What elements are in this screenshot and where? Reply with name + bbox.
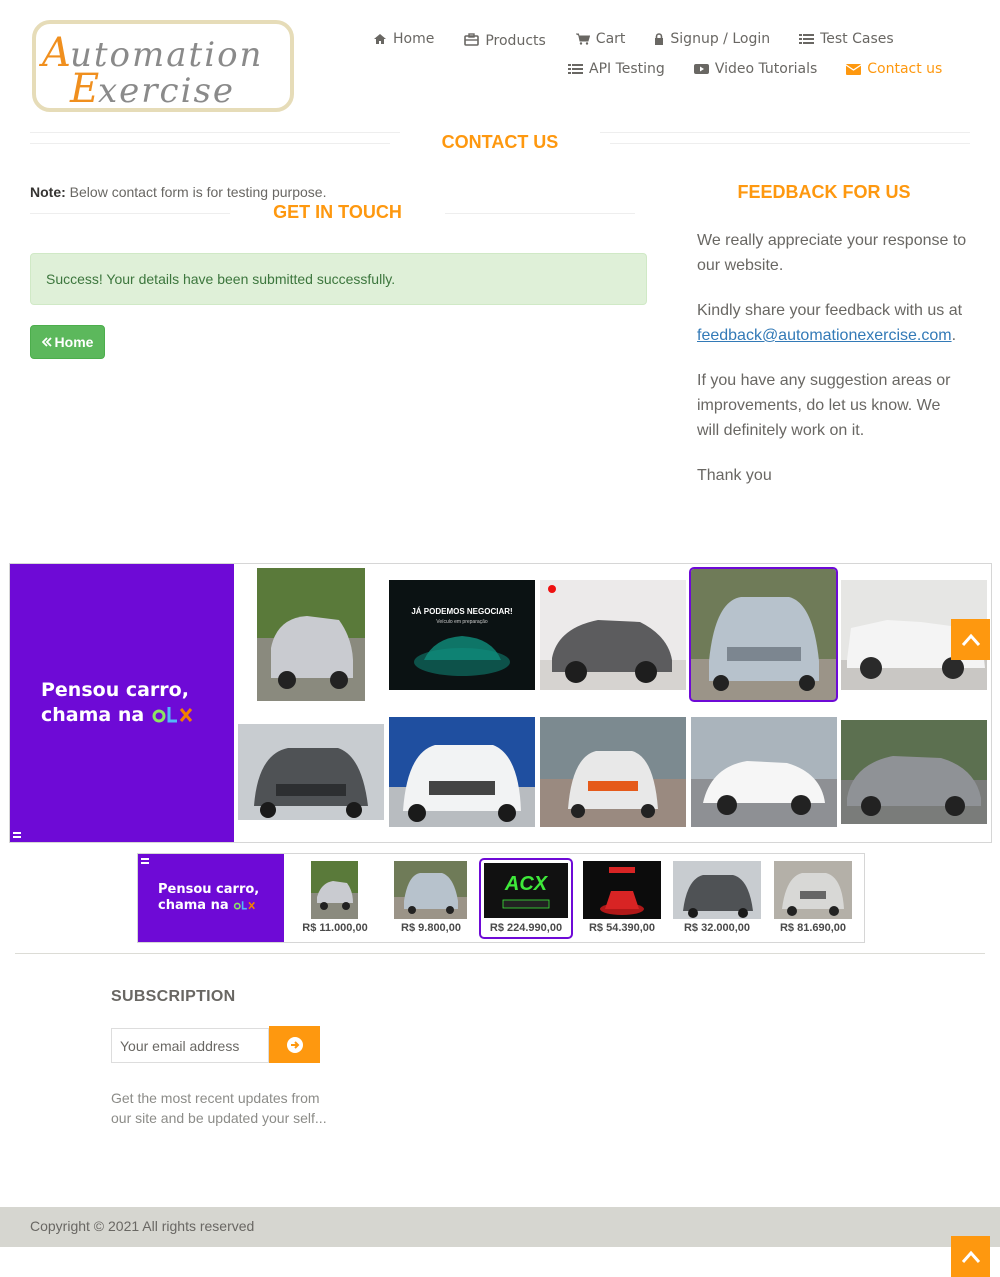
nav-home[interactable]: Home xyxy=(373,31,434,47)
subscription-title: SUBSCRIPTION xyxy=(111,988,236,1005)
nav-signup-login[interactable]: Signup / Login xyxy=(654,31,770,47)
contact-us-title: CONTACT US xyxy=(400,132,600,153)
main-nav: Home Products Cart Signup / Login Test C… xyxy=(370,28,970,88)
subscribe-button[interactable] xyxy=(269,1026,320,1063)
home-button-label: Home xyxy=(54,334,94,350)
nav-contact-us-label: Contact us xyxy=(867,61,943,77)
nav-signup-login-label: Signup / Login xyxy=(670,31,771,47)
nav-contact-us[interactable]: Contact us xyxy=(846,61,942,77)
nav-api-testing[interactable]: API Testing xyxy=(568,61,665,77)
title-line-left xyxy=(30,143,390,144)
acx-logo-text: ACX xyxy=(504,873,549,895)
feedback-email-link[interactable]: feedback@automationexercise.com xyxy=(697,327,952,344)
logo-letter-a: A xyxy=(38,30,71,76)
feedback-p2-suffix: . xyxy=(951,327,957,344)
car-price: R$ 54.390,00 xyxy=(588,922,656,934)
nav-video-tutorials-label: Video Tutorials xyxy=(714,61,818,77)
get-in-touch-line-left xyxy=(30,213,230,214)
olx-logo-small xyxy=(233,901,256,910)
arrow-circle-right-icon xyxy=(286,1036,303,1053)
copyright-text: Copyright © 2021 All rights reserved xyxy=(30,1218,255,1234)
feedback-p2-text: Kindly share your feedback with us at xyxy=(697,302,963,319)
note-text: Below contact form is for testing purpos… xyxy=(65,184,327,200)
nav-video-tutorials[interactable]: Video Tutorials xyxy=(693,61,818,77)
car-price: R$ 11.000,00 xyxy=(302,922,368,934)
nav-cart[interactable]: Cart xyxy=(575,31,626,47)
envelope-icon xyxy=(846,63,862,75)
feedback-title: FEEDBACK FOR US xyxy=(697,182,951,203)
car-price: R$ 9.800,00 xyxy=(401,922,461,934)
car-ad-tile[interactable] xyxy=(238,724,384,820)
olx-logo xyxy=(152,707,192,723)
note-label: Note: xyxy=(30,184,66,200)
feedback-section: We really appreciate your response to ou… xyxy=(697,228,967,508)
ad-info-icon[interactable] xyxy=(13,832,21,838)
double-chevron-left-icon xyxy=(41,337,52,347)
negociar-title: JÁ PODEMOS NEGOCIAR! xyxy=(411,607,512,616)
footer-divider xyxy=(15,953,985,954)
car-ad-tile-selected[interactable] xyxy=(689,567,838,702)
scroll-up-button-top[interactable] xyxy=(951,619,990,660)
car-price: R$ 32.000,00 xyxy=(683,922,751,934)
home-button[interactable]: Home xyxy=(30,325,105,359)
feedback-thank-you: Thank you xyxy=(697,467,772,484)
lock-icon xyxy=(655,33,664,45)
youtube-icon xyxy=(693,64,709,74)
copyright-bar: Copyright © 2021 All rights reserved xyxy=(0,1207,1000,1247)
subscription-description: Get the most recent updates from our sit… xyxy=(111,1090,327,1126)
subscription-email-input[interactable] xyxy=(111,1028,269,1063)
site-logo[interactable]: A utomation E xercise xyxy=(32,20,294,112)
car-price: R$ 224.990,00 xyxy=(489,922,563,934)
form-note: Note: Below contact form is for testing … xyxy=(30,184,326,200)
nav-products[interactable]: Products xyxy=(464,31,546,49)
success-alert: Success! Your details have been submitte… xyxy=(30,253,647,305)
car-ad-tile[interactable] xyxy=(540,717,686,827)
olx-ad-banner-large[interactable]: Pensou carro, chama na JÁ PODEMOS NEGOCI… xyxy=(9,563,992,843)
get-in-touch-line-right xyxy=(445,213,635,214)
car-thumb[interactable] xyxy=(774,861,852,919)
ad-info-icon-small[interactable] xyxy=(141,858,149,864)
car-ad-tile[interactable] xyxy=(257,568,365,701)
feedback-paragraph-3: If you have any suggestion areas or impr… xyxy=(697,372,951,439)
car-ad-tile[interactable] xyxy=(841,720,987,824)
negociar-subtitle: Veículo em preparação xyxy=(436,619,488,625)
olx-promo-panel-small[interactable]: Pensou carro, chama na xyxy=(138,854,284,942)
car-thumb[interactable] xyxy=(673,861,761,919)
logo-text-2: xercise xyxy=(98,71,235,108)
chevron-up-icon xyxy=(961,633,980,646)
car-ad-tile[interactable] xyxy=(691,717,837,827)
car-ad-tile[interactable] xyxy=(540,580,686,690)
promo-line-2-small: chama na xyxy=(158,898,229,913)
title-line-right xyxy=(610,143,970,144)
cart-icon xyxy=(575,33,590,45)
car-ad-tile[interactable] xyxy=(389,717,535,827)
olx-promo-panel[interactable]: Pensou carro, chama na xyxy=(10,564,234,842)
car-price: R$ 81.690,00 xyxy=(779,922,847,934)
list-icon xyxy=(799,34,815,44)
nav-home-label: Home xyxy=(393,31,435,47)
nav-products-label: Products xyxy=(485,33,546,49)
chevron-up-icon xyxy=(961,1250,980,1263)
car-thumb[interactable] xyxy=(311,861,358,919)
olx-ad-banner-small[interactable]: Pensou carro, chama na R$ 11.000,00 R$ 9… xyxy=(137,853,865,943)
nav-cart-label: Cart xyxy=(595,31,626,47)
car-thumb[interactable] xyxy=(583,861,661,919)
nav-api-testing-label: API Testing xyxy=(589,61,665,77)
feedback-paragraph-2: Kindly share your feedback with us at fe… xyxy=(697,298,967,348)
nav-test-cases-label: Test Cases xyxy=(820,31,894,47)
scroll-up-button[interactable] xyxy=(951,1236,990,1277)
promo-line-1-small: Pensou carro, xyxy=(158,882,260,897)
feedback-paragraph-1: We really appreciate your response to ou… xyxy=(697,232,967,274)
nav-test-cases[interactable]: Test Cases xyxy=(799,31,894,47)
logo-letter-e: E xyxy=(69,66,99,108)
car-thumb[interactable] xyxy=(394,861,467,919)
list-icon xyxy=(568,64,583,74)
promo-line-1: Pensou carro, xyxy=(41,679,189,701)
car-ad-tile[interactable]: JÁ PODEMOS NEGOCIAR! Veículo em preparaçã… xyxy=(389,580,535,690)
briefcase-icon xyxy=(464,32,480,46)
home-icon xyxy=(374,34,386,44)
get-in-touch-title: GET IN TOUCH xyxy=(250,202,425,223)
promo-line-2: chama na xyxy=(41,704,145,726)
